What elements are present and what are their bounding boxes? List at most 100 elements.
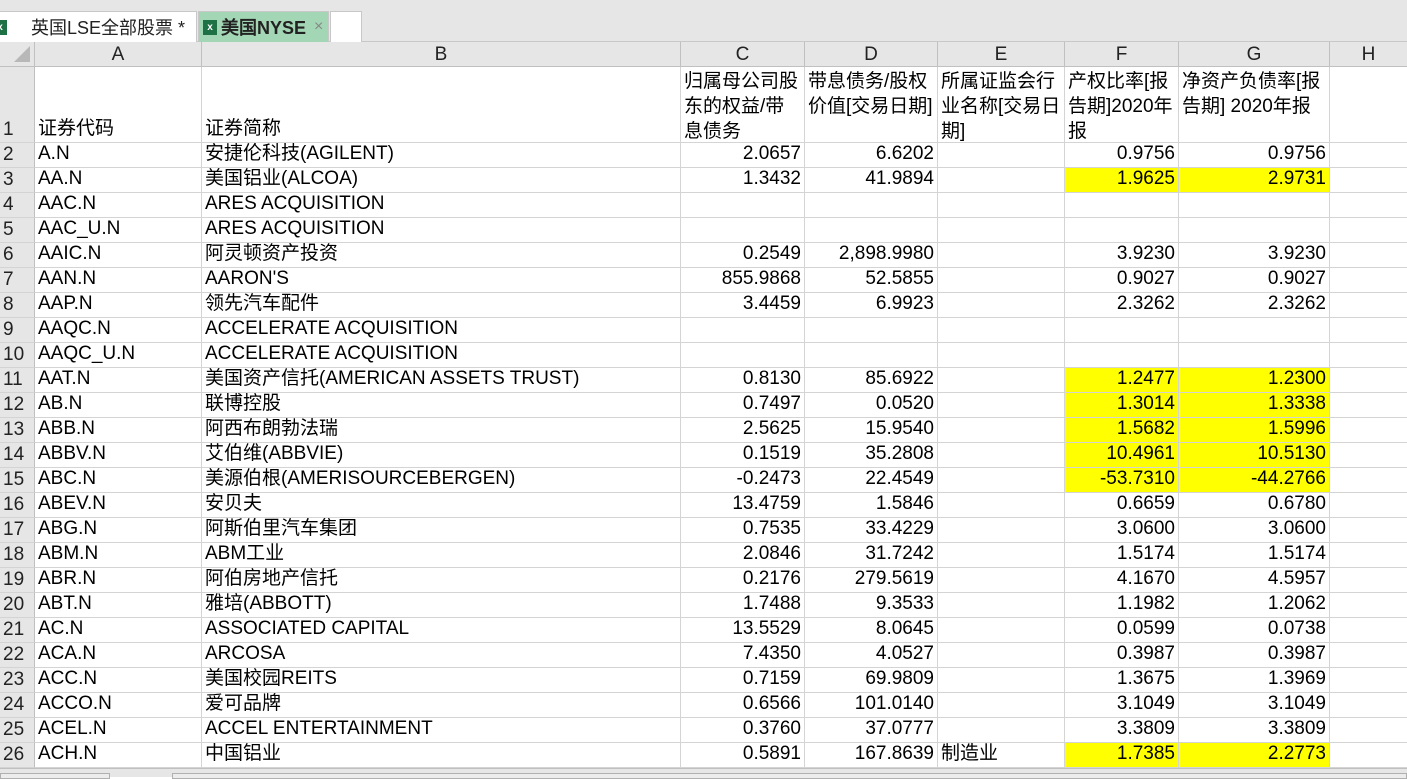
cell-g[interactable] xyxy=(1179,318,1330,343)
cell-c[interactable]: 2.0846 xyxy=(681,543,805,568)
cell-h[interactable] xyxy=(1330,743,1407,768)
cell-g[interactable]: -44.2766 xyxy=(1179,468,1330,493)
cell-h[interactable] xyxy=(1330,593,1407,618)
cell-g[interactable]: 1.2062 xyxy=(1179,593,1330,618)
cell-f[interactable]: 1.5682 xyxy=(1065,418,1179,443)
cell-d[interactable] xyxy=(805,193,938,218)
cell-a[interactable]: ABT.N xyxy=(35,593,202,618)
cell-g[interactable]: 3.3809 xyxy=(1179,718,1330,743)
cell-f[interactable]: 3.9230 xyxy=(1065,243,1179,268)
cell-b[interactable]: 中国铝业 xyxy=(202,743,681,768)
cell-a[interactable]: ABBV.N xyxy=(35,443,202,468)
cell-h[interactable] xyxy=(1330,218,1407,243)
cell-f[interactable] xyxy=(1065,218,1179,243)
cell-g[interactable]: 1.5996 xyxy=(1179,418,1330,443)
cell-f[interactable]: 3.1049 xyxy=(1065,693,1179,718)
cell-b[interactable]: 美源伯根(AMERISOURCEBERGEN) xyxy=(202,468,681,493)
cell-c[interactable] xyxy=(681,193,805,218)
cell-b[interactable]: ACCELERATE ACQUISITION xyxy=(202,318,681,343)
column-header-d[interactable]: D xyxy=(805,42,938,67)
row-header[interactable]: 12 xyxy=(0,393,35,418)
cell-c[interactable]: 1.7488 xyxy=(681,593,805,618)
cell-d[interactable] xyxy=(805,218,938,243)
cell-h[interactable] xyxy=(1330,618,1407,643)
cell-a[interactable]: ABR.N xyxy=(35,568,202,593)
cell-c[interactable] xyxy=(681,318,805,343)
row-header[interactable]: 23 xyxy=(0,668,35,693)
cell-b[interactable]: 雅培(ABBOTT) xyxy=(202,593,681,618)
cell-c[interactable]: 0.2549 xyxy=(681,243,805,268)
cell-c[interactable]: 0.7535 xyxy=(681,518,805,543)
cell-f[interactable]: 4.1670 xyxy=(1065,568,1179,593)
cell-c[interactable]: 0.2176 xyxy=(681,568,805,593)
cell-g[interactable]: 2.2773 xyxy=(1179,743,1330,768)
cell-h[interactable] xyxy=(1330,293,1407,318)
cell-b[interactable]: ARES ACQUISITION xyxy=(202,218,681,243)
cell-c[interactable]: 855.9868 xyxy=(681,268,805,293)
cell-c[interactable]: 0.8130 xyxy=(681,368,805,393)
cell-g[interactable] xyxy=(1179,218,1330,243)
column-header-e[interactable]: E xyxy=(938,42,1065,67)
cell-e[interactable]: 制造业 xyxy=(938,743,1065,768)
cell-d[interactable] xyxy=(805,343,938,368)
cell-g[interactable] xyxy=(1179,343,1330,368)
row-header[interactable]: 22 xyxy=(0,643,35,668)
cell-a[interactable]: AC.N xyxy=(35,618,202,643)
cell-c[interactable]: 2.5625 xyxy=(681,418,805,443)
select-all-button[interactable] xyxy=(0,42,35,67)
column-header-b[interactable]: B xyxy=(202,42,681,67)
cell-e[interactable] xyxy=(938,368,1065,393)
row-header[interactable]: 24 xyxy=(0,693,35,718)
cell-e[interactable] xyxy=(938,393,1065,418)
cell-c[interactable]: 13.5529 xyxy=(681,618,805,643)
cell-a[interactable]: AAN.N xyxy=(35,268,202,293)
cell-f[interactable]: 1.3014 xyxy=(1065,393,1179,418)
header-cell-f[interactable]: 产权比率[报告期]2020年报 xyxy=(1065,67,1179,143)
cell-g[interactable]: 10.5130 xyxy=(1179,443,1330,468)
cell-d[interactable]: 15.9540 xyxy=(805,418,938,443)
cell-d[interactable]: 9.3533 xyxy=(805,593,938,618)
cell-b[interactable]: ACCEL ENTERTAINMENT xyxy=(202,718,681,743)
cell-c[interactable]: 0.7497 xyxy=(681,393,805,418)
cell-g[interactable] xyxy=(1179,193,1330,218)
cell-b[interactable]: ABM工业 xyxy=(202,543,681,568)
cell-c[interactable]: 0.5891 xyxy=(681,743,805,768)
cell-a[interactable]: ACC.N xyxy=(35,668,202,693)
cell-a[interactable]: ABM.N xyxy=(35,543,202,568)
column-header-f[interactable]: F xyxy=(1065,42,1179,67)
cell-b[interactable]: 阿伯房地产信托 xyxy=(202,568,681,593)
cell-e[interactable] xyxy=(938,243,1065,268)
row-header[interactable]: 15 xyxy=(0,468,35,493)
cell-b[interactable]: 领先汽车配件 xyxy=(202,293,681,318)
cell-d[interactable]: 22.4549 xyxy=(805,468,938,493)
cell-e[interactable] xyxy=(938,568,1065,593)
cell-f[interactable]: 1.1982 xyxy=(1065,593,1179,618)
row-header[interactable]: 3 xyxy=(0,168,35,193)
header-cell-a[interactable]: 证券代码 xyxy=(35,67,202,143)
cell-d[interactable]: 52.5855 xyxy=(805,268,938,293)
cell-d[interactable]: 33.4229 xyxy=(805,518,938,543)
cell-h[interactable] xyxy=(1330,518,1407,543)
cell-e[interactable] xyxy=(938,693,1065,718)
cell-h[interactable] xyxy=(1330,318,1407,343)
row-header[interactable]: 7 xyxy=(0,268,35,293)
row-header[interactable]: 21 xyxy=(0,618,35,643)
cell-h[interactable] xyxy=(1330,568,1407,593)
cell-f[interactable] xyxy=(1065,193,1179,218)
cell-b[interactable]: 阿斯伯里汽车集团 xyxy=(202,518,681,543)
tab-nyse[interactable]: x 美国NYSE × xyxy=(198,11,329,42)
header-cell-e[interactable]: 所属证监会行业名称[交易日期] xyxy=(938,67,1065,143)
cell-d[interactable]: 167.8639 xyxy=(805,743,938,768)
cell-e[interactable] xyxy=(938,343,1065,368)
row-header[interactable]: 8 xyxy=(0,293,35,318)
cell-d[interactable]: 1.5846 xyxy=(805,493,938,518)
cell-d[interactable]: 31.7242 xyxy=(805,543,938,568)
cell-h[interactable] xyxy=(1330,693,1407,718)
cell-e[interactable] xyxy=(938,643,1065,668)
cell-a[interactable]: AAP.N xyxy=(35,293,202,318)
cell-a[interactable]: A.N xyxy=(35,143,202,168)
cell-f[interactable]: 1.2477 xyxy=(1065,368,1179,393)
close-icon[interactable]: × xyxy=(314,18,323,36)
cell-b[interactable]: 安贝夫 xyxy=(202,493,681,518)
cell-a[interactable]: AB.N xyxy=(35,393,202,418)
